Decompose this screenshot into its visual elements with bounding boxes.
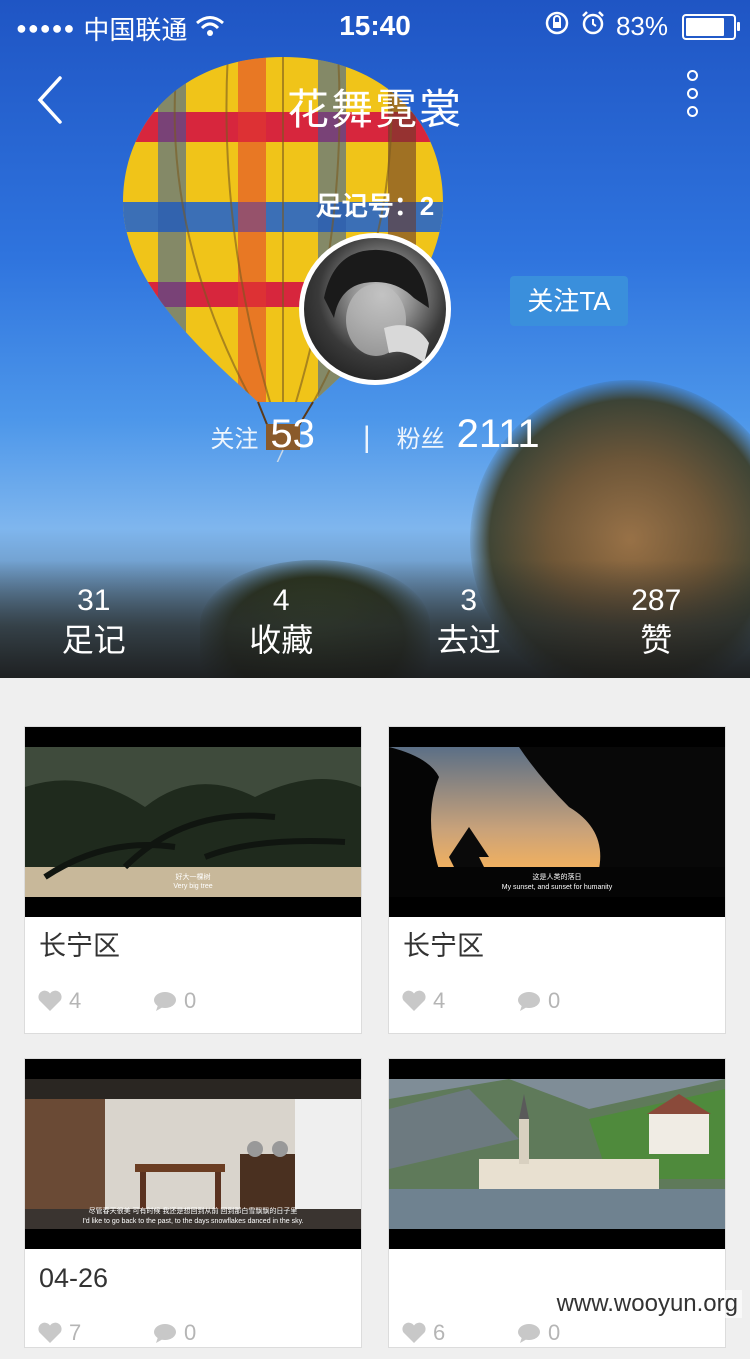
card-meta: 7 0 xyxy=(25,1307,361,1359)
comment-icon xyxy=(152,1322,178,1344)
card-meta: 4 0 xyxy=(25,975,361,1027)
card-location: 04-26 xyxy=(25,1249,361,1307)
stat-number: 287 xyxy=(563,582,750,620)
footprint-card[interactable]: 这是人类的落日 My sunset, and sunset for humani… xyxy=(388,726,726,1034)
stat-label: 收藏 xyxy=(188,620,376,660)
battery-percent: 83% xyxy=(616,11,668,42)
alarm-icon xyxy=(580,10,606,43)
follow-button[interactable]: 关注TA xyxy=(510,276,628,326)
comment-count: 0 xyxy=(184,1320,196,1346)
comment-count-group[interactable]: 0 xyxy=(152,988,267,1014)
stat-label: 足记 xyxy=(0,620,188,660)
subtitle-en: My sunset, and sunset for humanity xyxy=(389,883,725,892)
following-count[interactable]: 53 xyxy=(270,412,315,457)
battery-icon xyxy=(682,14,736,40)
rotation-lock-icon xyxy=(544,10,570,43)
fans-count[interactable]: 2111 xyxy=(457,412,540,457)
more-options-button[interactable] xyxy=(672,70,712,130)
footprint-card[interactable]: 尽管春天很美 可有时候 我还是想回到从前 回到那白雪飘飘的日子里 I'd lik… xyxy=(24,1058,362,1348)
like-count-group[interactable]: 4 xyxy=(401,988,516,1014)
stat-favorites[interactable]: 4 收藏 xyxy=(188,582,376,660)
watermark: www.wooyun.org xyxy=(553,1290,742,1318)
like-count: 4 xyxy=(433,988,445,1014)
comment-count-group[interactable]: 0 xyxy=(516,988,631,1014)
count-separator: | xyxy=(363,421,371,455)
card-location: 长宁区 xyxy=(25,917,361,975)
card-thumbnail: 好大一棵树 Very big tree xyxy=(25,727,361,917)
page-title: 花舞霓裳 xyxy=(0,76,750,137)
like-count-group[interactable]: 6 xyxy=(401,1320,516,1346)
stat-number: 3 xyxy=(375,582,563,620)
comment-icon xyxy=(152,990,178,1012)
comment-icon xyxy=(516,990,542,1012)
lake-village-scene-image xyxy=(389,1079,725,1229)
stat-label: 去过 xyxy=(375,620,563,660)
heart-icon xyxy=(37,990,63,1012)
subtitle-en: Very big tree xyxy=(25,882,361,891)
heart-icon xyxy=(37,1322,63,1344)
card-thumbnail: 这是人类的落日 My sunset, and sunset for humani… xyxy=(389,727,725,917)
card-location: 长宁区 xyxy=(389,917,725,975)
subtitle-cn: 这是人类的落日 xyxy=(389,873,725,882)
like-count-group[interactable]: 4 xyxy=(37,988,152,1014)
subtitle-cn: 好大一棵树 xyxy=(25,873,361,882)
follow-counts: 关注 53 | 粉丝 2111 xyxy=(0,412,750,457)
comment-count: 0 xyxy=(548,988,560,1014)
profile-hero: ●●●●● 中国联通 15:40 83% 花舞霓裳 足记号：2 xyxy=(0,0,750,678)
footprint-card[interactable]: 好大一棵树 Very big tree 长宁区 4 0 xyxy=(24,726,362,1034)
following-label[interactable]: 关注 xyxy=(210,419,258,454)
more-dot-icon xyxy=(687,70,698,81)
subtitle-en: I'd like to go back to the past, to the … xyxy=(25,1217,361,1226)
stat-number: 4 xyxy=(188,582,376,620)
more-dot-icon xyxy=(687,88,698,99)
comment-count-group[interactable]: 0 xyxy=(152,1320,267,1346)
stat-visited[interactable]: 3 去过 xyxy=(375,582,563,660)
subtitle-cn: 尽管春天很美 可有时候 我还是想回到从前 回到那白雪飘飘的日子里 xyxy=(25,1207,361,1216)
card-meta: 4 0 xyxy=(389,975,725,1027)
like-count: 7 xyxy=(69,1320,81,1346)
like-count: 6 xyxy=(433,1320,445,1346)
comment-count-group[interactable]: 0 xyxy=(516,1320,631,1346)
more-dot-icon xyxy=(687,106,698,117)
card-thumbnail: 尽管春天很美 可有时候 我还是想回到从前 回到那白雪飘飘的日子里 I'd lik… xyxy=(25,1059,361,1249)
avatar[interactable] xyxy=(299,233,451,385)
stat-likes[interactable]: 287 赞 xyxy=(563,582,750,660)
profile-stats: 31 足记 4 收藏 3 去过 287 赞 xyxy=(0,582,750,660)
user-id: 足记号：2 xyxy=(0,186,750,223)
status-bar: ●●●●● 中国联通 15:40 83% xyxy=(0,0,750,50)
heart-icon xyxy=(401,990,427,1012)
heart-icon xyxy=(401,1322,427,1344)
like-count: 4 xyxy=(69,988,81,1014)
fans-label[interactable]: 粉丝 xyxy=(397,419,445,454)
stat-number: 31 xyxy=(0,582,188,620)
card-thumbnail xyxy=(389,1059,725,1249)
like-count-group[interactable]: 7 xyxy=(37,1320,152,1346)
stat-footprints[interactable]: 31 足记 xyxy=(0,582,188,660)
stat-label: 赞 xyxy=(563,620,750,660)
comment-icon xyxy=(516,1322,542,1344)
comment-count: 0 xyxy=(548,1320,560,1346)
comment-count: 0 xyxy=(184,988,196,1014)
